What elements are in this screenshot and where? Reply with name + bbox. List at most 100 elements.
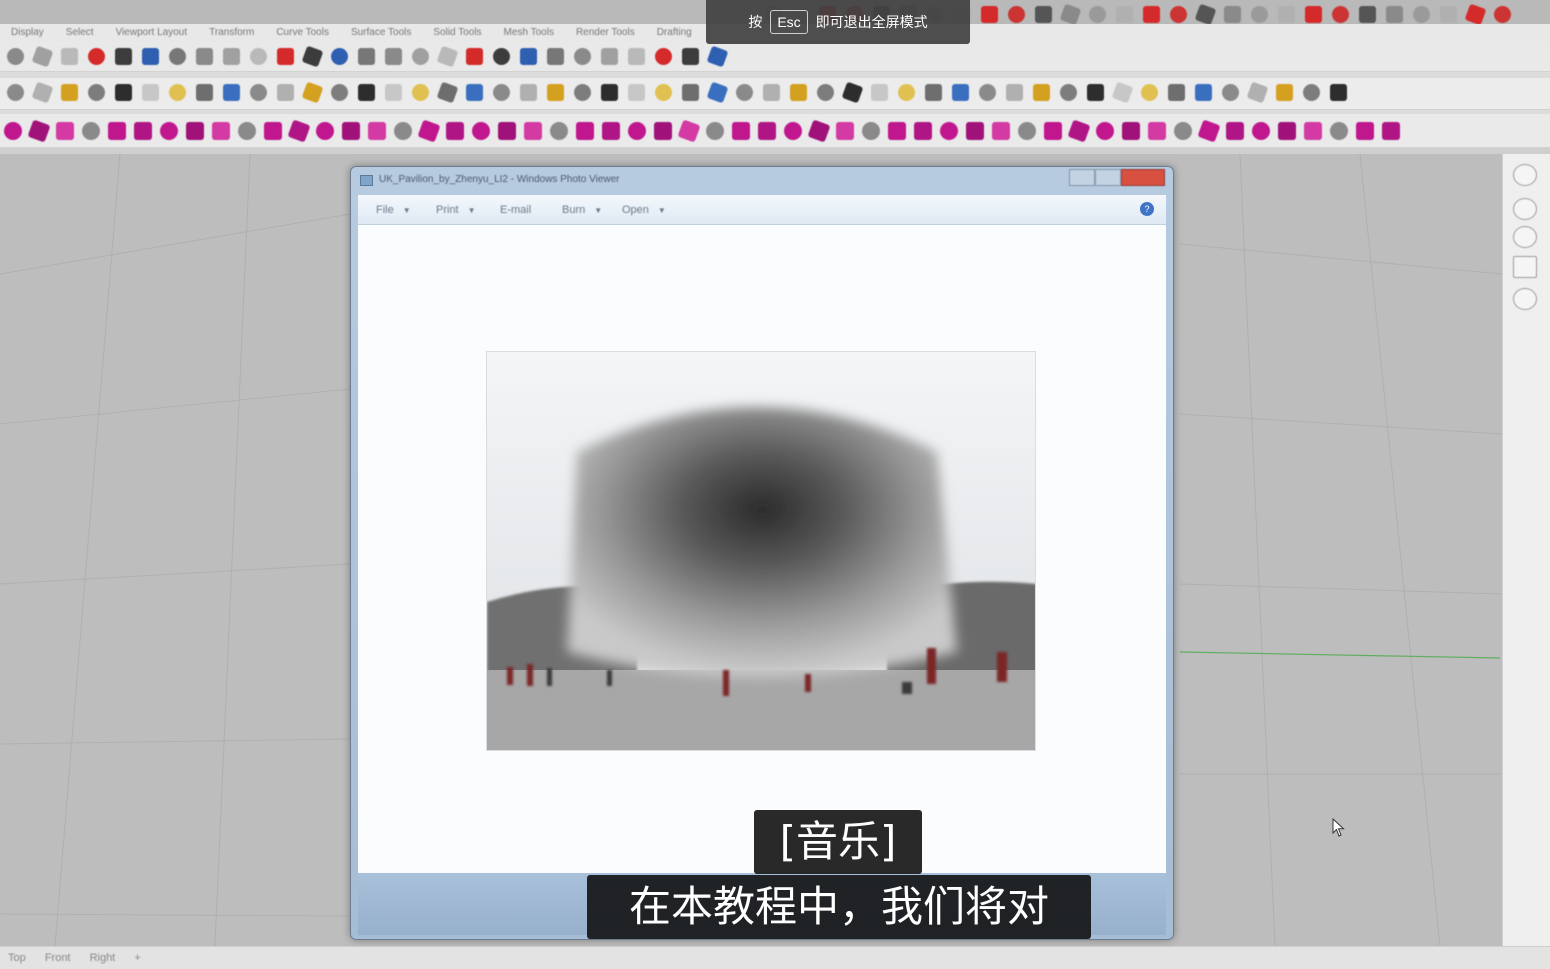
toolbar-tool-icon[interactable] [1224,6,1241,23]
toolbar-tool-icon[interactable] [142,84,159,101]
help-icon[interactable]: ? [1140,202,1154,216]
menu-item[interactable]: Drafting [646,24,703,38]
toolbar-tool-icon[interactable] [654,122,672,140]
toolbar-tool-icon[interactable] [4,122,22,140]
toolbar-tool-icon[interactable] [1330,84,1347,101]
toolbar-tool-icon[interactable] [981,6,998,23]
toolbar-tool-icon[interactable] [1067,119,1091,143]
toolbar-tool-icon[interactable] [1494,6,1511,23]
toolbar-tool-icon[interactable] [88,84,105,101]
file-menu-button[interactable]: File ▼ [376,204,411,216]
menu-item[interactable]: Curve Tools [265,24,340,38]
toolbar-tool-icon[interactable] [7,84,24,101]
toolbar-tool-icon[interactable] [277,84,294,101]
toolbar-tool-icon[interactable] [898,84,915,101]
toolbar-tool-icon[interactable] [331,84,348,101]
toolbar-tool-icon[interactable] [412,48,429,65]
toolbar-tool-icon[interactable] [342,122,360,140]
toolbar-tool-icon[interactable] [925,84,942,101]
toolbar-tool-icon[interactable] [547,84,564,101]
toolbar-tool-icon[interactable] [1194,3,1217,24]
toolbar-tool-icon[interactable] [862,122,880,140]
toolbar-tool-icon[interactable] [1329,3,1352,24]
toolbar-tool-icon[interactable] [1174,122,1192,140]
toolbar-tool-icon[interactable] [1246,81,1269,104]
tab-right[interactable]: Right [82,947,124,964]
toolbar-tool-icon[interactable] [836,122,854,140]
minimize-button[interactable] [1069,169,1095,186]
toolbar-tool-icon[interactable] [358,48,375,65]
toolbar-tool-icon[interactable] [186,122,204,140]
tab-top[interactable]: Top [0,947,34,964]
toolbar-tool-icon[interactable] [547,119,571,143]
toolbar-tool-icon[interactable] [1143,6,1160,23]
toolbar-tool-icon[interactable] [601,48,618,65]
toolbar-tool-icon[interactable] [498,122,516,140]
toolbar-tool-icon[interactable] [706,122,724,140]
maximize-button[interactable] [1095,169,1121,186]
toolbar-tool-icon[interactable] [1305,6,1322,23]
menu-item[interactable]: Render Tools [565,24,646,38]
toolbar-tool-icon[interactable] [992,122,1010,140]
toolbar-tool-icon[interactable] [677,119,701,143]
toolbar-tool-icon[interactable] [1033,84,1050,101]
toolbar-tool-icon[interactable] [571,81,594,104]
toolbar-tool-icon[interactable] [1251,6,1268,23]
panel-tool-icon[interactable] [1513,198,1537,220]
toolbar-tool-icon[interactable] [790,84,807,101]
toolbar-tool-icon[interactable] [1303,84,1320,101]
toolbar-tool-icon[interactable] [706,45,729,68]
toolbar-tool-icon[interactable] [1278,6,1295,23]
toolbar-tool-icon[interactable] [1141,84,1158,101]
toolbar-tool-icon[interactable] [446,122,464,140]
toolbar-tool-icon[interactable] [1116,6,1133,23]
toolbar-tool-icon[interactable] [628,122,646,140]
email-button[interactable]: E-mail [500,204,531,216]
print-menu-button[interactable]: Print ▼ [436,204,476,216]
toolbar-tool-icon[interactable] [223,84,240,101]
toolbar-tool-icon[interactable] [493,48,510,65]
toolbar-tool-icon[interactable] [1304,122,1322,140]
toolbar-tool-icon[interactable] [157,119,181,143]
toolbar-tool-icon[interactable] [937,119,961,143]
panel-tool-icon[interactable] [1513,288,1537,310]
toolbar-tool-icon[interactable] [1195,84,1212,101]
toolbar-tool-icon[interactable] [1008,6,1025,23]
toolbar-tool-icon[interactable] [1044,122,1062,140]
toolbar-tool-icon[interactable] [412,84,429,101]
toolbar-tool-icon[interactable] [784,122,802,140]
window-titlebar[interactable]: UK_Pavilion_by_Zhenyu_LI2 - Windows Phot… [351,167,1173,195]
toolbar-tool-icon[interactable] [1170,6,1187,23]
toolbar-tool-icon[interactable] [1278,122,1296,140]
toolbar-tool-icon[interactable] [655,48,672,65]
toolbar-tool-icon[interactable] [1226,122,1244,140]
toolbar-tool-icon[interactable] [571,45,594,68]
toolbar-tool-icon[interactable] [61,48,78,65]
toolbar-tool-icon[interactable] [368,122,386,140]
toolbar-tool-icon[interactable] [807,119,831,143]
toolbar-tool-icon[interactable] [277,48,294,65]
toolbar-tool-icon[interactable] [1276,84,1293,101]
menu-item[interactable]: Mesh Tools [493,24,565,38]
toolbar-tool-icon[interactable] [385,48,402,65]
panel-tool-icon[interactable] [1513,164,1537,186]
toolbar-tool-icon[interactable] [966,122,984,140]
toolbar-tool-icon[interactable] [115,48,132,65]
toolbar-tool-icon[interactable] [1148,122,1166,140]
toolbar-tool-icon[interactable] [1252,122,1270,140]
tab-add[interactable]: + [126,947,148,964]
panel-tool-icon[interactable] [1513,226,1537,248]
toolbar-tool-icon[interactable] [732,122,750,140]
toolbar-tool-icon[interactable] [56,122,74,140]
menu-item[interactable]: Transform [198,24,265,38]
toolbar-tool-icon[interactable] [1440,6,1457,23]
toolbar-tool-icon[interactable] [1222,84,1239,101]
toolbar-tool-icon[interactable] [212,122,230,140]
toolbar-tool-icon[interactable] [358,84,375,101]
toolbar-tool-icon[interactable] [7,48,24,65]
toolbar-tool-icon[interactable] [1382,122,1400,140]
toolbar-tool-icon[interactable] [436,45,459,68]
tab-front[interactable]: Front [37,947,79,964]
toolbar-tool-icon[interactable] [952,84,969,101]
toolbar-tool-icon[interactable] [301,81,324,104]
